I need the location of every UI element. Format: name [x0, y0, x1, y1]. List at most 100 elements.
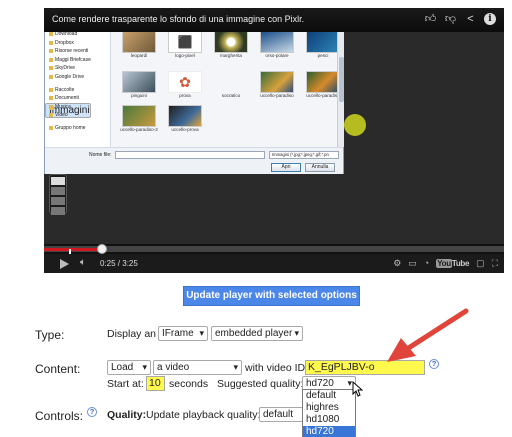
with-video-id-text: with video ID [245, 362, 306, 374]
share-icon[interactable]: < [464, 12, 477, 26]
gear-icon[interactable]: ⚙ [393, 257, 401, 269]
update-quality-select[interactable]: default [259, 407, 303, 422]
sidebar-item-google-drive: Google Drive [45, 73, 110, 82]
sidebar-item-homegroup: Gruppo home [45, 124, 110, 133]
update-quality-select-value: default [263, 409, 294, 420]
quality-option-selected[interactable]: hd720 [303, 426, 355, 437]
file-thumbnail: margherita [209, 31, 253, 59]
image-thumbnail [260, 71, 294, 93]
image-thumbnail: ✿ [168, 71, 202, 93]
quality-select-value: hd720 [306, 378, 334, 389]
content-label: Content: [35, 362, 81, 376]
youtube-logo[interactable]: YouTube [436, 258, 470, 268]
image-thumbnail [306, 31, 340, 53]
file-name: uccello-prova [171, 127, 199, 132]
image-thumbnail [122, 31, 156, 53]
dialog-footer: Nome file: Immagini (*.jpg;*.jpeg;*.gif;… [45, 147, 343, 174]
type-select[interactable]: IFrame ▾ [158, 326, 208, 341]
file-open-dialog: Download Dropbox Risorse recenti Maggi B… [44, 26, 344, 174]
scrollbar-thumb [339, 57, 344, 102]
file-thumbnail: uccello-paradiso-2 [117, 105, 161, 133]
dialog-file-grid: leopardi ⬛ logo-pixel margherita orso-po… [115, 27, 340, 147]
filename-label: Nome file: [89, 152, 112, 158]
dialog-scrollbar [337, 27, 344, 147]
image-thumbnail [168, 105, 202, 127]
image-thumbnail [214, 31, 248, 53]
sidebar-item-libraries: Raccolte [45, 86, 110, 95]
thumbs-up-icon[interactable]: 👍︎ [424, 12, 437, 26]
progress-bar[interactable] [44, 244, 504, 254]
fullscreen-icon[interactable]: ⛶ [492, 257, 498, 269]
video-type-select-value: a video [157, 362, 190, 373]
tool-icon [51, 187, 65, 195]
sidebar-item-documents: Documenti [45, 94, 110, 103]
file-name: uccello-paradiso [260, 93, 294, 98]
cancel-button: Annulla [305, 163, 335, 172]
image-thumbnail [214, 71, 248, 93]
zoom-tool-icon [51, 177, 65, 185]
file-thumbnail: uccello-paradiso [255, 71, 299, 99]
start-at-input[interactable]: 10 [146, 376, 165, 391]
file-name: prova [179, 93, 191, 98]
thumbs-down-icon[interactable]: 👎︎ [444, 12, 457, 26]
quality-bold-text: Quality: [107, 409, 147, 421]
tool-icon [51, 197, 65, 205]
video-type-select[interactable]: a video ▾ [153, 360, 242, 375]
info-icon[interactable]: i [484, 13, 496, 25]
video-frame[interactable]: Download Dropbox Risorse recenti Maggi B… [44, 8, 504, 244]
chevron-down-icon: ▾ [294, 328, 299, 338]
time-display: 0:25 / 3:25 [100, 259, 138, 268]
type-select-value: IFrame [162, 328, 194, 339]
file-name: orso-polare [265, 53, 289, 58]
captions-icon[interactable]: ▭ [408, 257, 417, 269]
help-icon[interactable]: ? [87, 407, 97, 417]
seconds-text: seconds [169, 378, 209, 390]
quality-option[interactable]: highres [303, 402, 355, 414]
logo-tube: Tube [451, 258, 470, 268]
start-at-text: Start at: [107, 378, 144, 390]
embed-select[interactable]: embedded player ▾ [211, 326, 303, 341]
file-thumbnail: orso-polare [255, 31, 299, 59]
logo-you: You [436, 258, 452, 268]
sidebar-item-skydrive: SkyDrive [45, 64, 110, 73]
progress-played [44, 248, 102, 251]
theater-icon[interactable]: ▢ [476, 257, 485, 269]
watch-later-icon[interactable]: ◔ [424, 257, 429, 269]
tool-icon [51, 207, 65, 215]
load-select[interactable]: Load ▾ [107, 360, 151, 375]
progress-scrubber[interactable] [96, 244, 107, 254]
quality-option[interactable]: default [303, 390, 355, 402]
display-an-text: Display an [107, 328, 157, 340]
type-label: Type: [35, 328, 65, 342]
video-title[interactable]: Come rendere trasparente lo sfondo di un… [52, 14, 304, 24]
quality-option[interactable]: hd1080 [303, 414, 355, 426]
image-thumbnail [122, 105, 156, 127]
quality-dropdown-list[interactable]: default highres hd1080 hd720 [302, 389, 356, 437]
file-thumbnail: ⬛ logo-pixel [163, 31, 207, 59]
file-thumbnail: socratico [209, 71, 253, 99]
video-player[interactable]: Download Dropbox Risorse recenti Maggi B… [44, 8, 504, 273]
embed-select-value: embedded player [215, 328, 293, 339]
image-thumbnail [306, 71, 340, 93]
file-name: socratico [221, 93, 241, 98]
help-icon[interactable]: ? [429, 359, 439, 369]
volume-icon[interactable]: 🔈︎ [80, 257, 86, 269]
file-name: margherita [220, 53, 242, 58]
sidebar-item-briefcase: Maggi Briefcase [45, 56, 110, 65]
file-name: uccello-paradiso-2 [120, 127, 158, 132]
image-thumbnail: ⬛ [168, 31, 202, 53]
file-thumbnail: pinguini [117, 71, 161, 99]
cursor-highlight [344, 114, 366, 136]
dialog-sidebar: Download Dropbox Risorse recenti Maggi B… [45, 27, 111, 147]
chevron-down-icon: ▾ [233, 362, 238, 372]
video-id-input[interactable]: K_EgPLJBV-o [305, 360, 425, 375]
chevron-down-icon: ▾ [142, 362, 147, 372]
sidebar-item-dropbox: Dropbox [45, 39, 110, 48]
update-player-button[interactable]: Update player with selected options [183, 286, 360, 306]
file-name: logo-pixel [175, 53, 195, 58]
open-button: Apri [271, 163, 301, 172]
sidebar-item-music: Musica [45, 103, 110, 112]
file-type-select: Immagini (*.jpg;*.jpeg;*.gif;*.pn [269, 151, 339, 159]
play-icon[interactable] [60, 259, 69, 269]
video-title-bar: Come rendere trasparente lo sfondo di un… [44, 8, 504, 32]
